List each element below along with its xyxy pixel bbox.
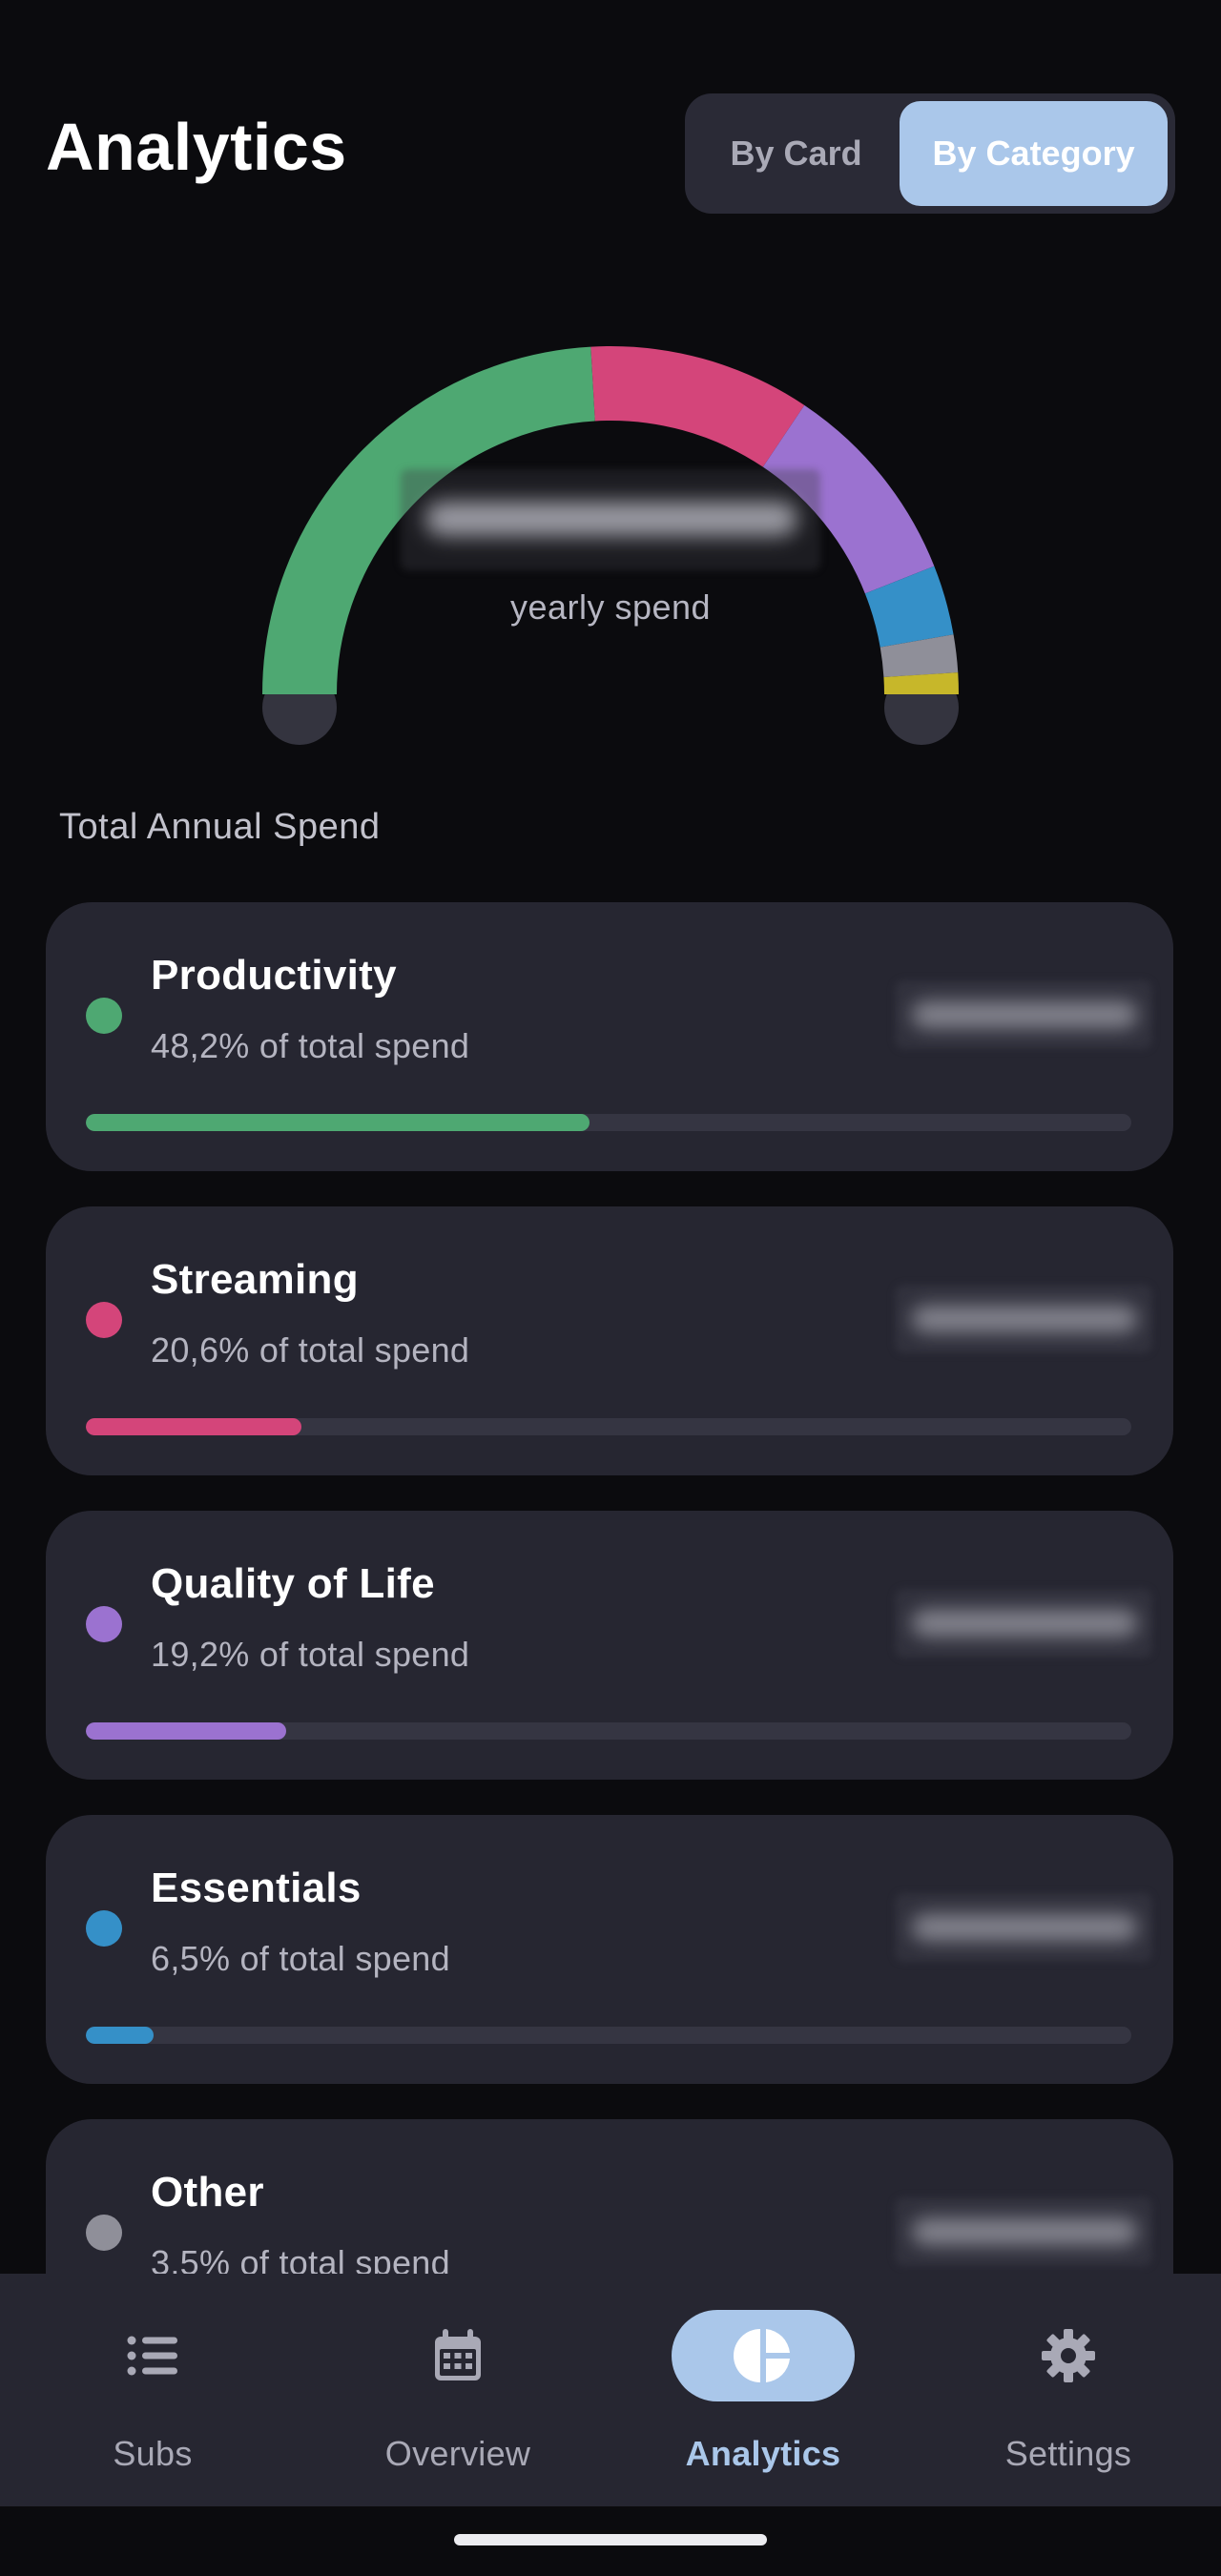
yearly-spend-gauge: yearly spend (0, 258, 1221, 753)
category-amount-redacted (895, 2197, 1152, 2266)
category-card-quality-of-life[interactable]: Quality of Life 19,2% of total spend (46, 1511, 1173, 1780)
category-percentage: 19,2% of total spend (151, 1635, 470, 1674)
category-progress-fill (86, 1418, 301, 1435)
category-card-productivity[interactable]: Productivity 48,2% of total spend (46, 902, 1173, 1171)
analytics-screen: Analytics By Card By Category yearly spe… (0, 0, 1221, 2576)
nav-icon-container (672, 2310, 855, 2401)
nav-label: Overview (384, 2434, 531, 2473)
category-progress-track (86, 1722, 1131, 1740)
category-name: Streaming (151, 1256, 359, 1303)
category-progress-fill (86, 2027, 155, 2044)
category-percentage: 20,6% of total spend (151, 1330, 470, 1370)
home-indicator (454, 2534, 767, 2545)
pie-chart-icon (734, 2329, 790, 2382)
gauge-segment-other (880, 634, 959, 678)
nav-icon-container (61, 2310, 244, 2401)
category-amount-redacted (895, 980, 1152, 1049)
by-category-button[interactable]: By Category (900, 101, 1168, 206)
category-color-dot (86, 2215, 122, 2251)
category-progress-fill (86, 1722, 287, 1740)
category-progress-track (86, 1418, 1131, 1435)
category-amount-redacted (895, 1285, 1152, 1353)
nav-subs[interactable]: Subs (0, 2274, 305, 2506)
header: Analytics By Card By Category (46, 93, 1175, 214)
category-card-other[interactable]: Other 3,5% of total spend (46, 2119, 1173, 2274)
nav-label: Analytics (685, 2434, 841, 2473)
category-color-dot (86, 1302, 122, 1338)
nav-icon-container (366, 2310, 549, 2401)
category-list: Productivity 48,2% of total spend Stream… (0, 896, 1221, 2274)
view-toggle: By Card By Category (685, 93, 1175, 214)
category-amount-redacted (895, 1589, 1152, 1658)
category-color-dot (86, 1606, 122, 1642)
nav-label: Settings (1004, 2434, 1132, 2473)
category-name: Quality of Life (151, 1560, 435, 1607)
category-progress-fill (86, 1114, 590, 1131)
nav-analytics[interactable]: Analytics (610, 2274, 916, 2506)
category-color-dot (86, 1910, 122, 1947)
nav-label: Subs (113, 2434, 193, 2473)
gear-icon (1042, 2329, 1095, 2382)
yearly-spend-amount-redacted (401, 469, 820, 570)
category-card-streaming[interactable]: Streaming 20,6% of total spend (46, 1206, 1173, 1475)
category-progress-track (86, 2027, 1131, 2044)
page-title: Analytics (46, 110, 347, 184)
category-color-dot (86, 998, 122, 1034)
category-progress-track (86, 1114, 1131, 1131)
category-percentage: 3,5% of total spend (151, 2243, 450, 2274)
category-card-essentials[interactable]: Essentials 6,5% of total spend (46, 1815, 1173, 2084)
gauge-caption: yearly spend (509, 587, 712, 627)
category-name: Productivity (151, 952, 397, 999)
calendar-icon (435, 2329, 481, 2380)
section-label: Total Annual Spend (59, 807, 381, 847)
nav-settings[interactable]: Settings (916, 2274, 1221, 2506)
category-percentage: 48,2% of total spend (151, 1026, 470, 1065)
list-icon (127, 2336, 177, 2376)
nav-icon-container (977, 2310, 1160, 2401)
bottom-navigation: Subs Overview Analytics Settings (0, 2274, 1221, 2506)
category-name: Other (151, 2169, 264, 2215)
category-amount-redacted (895, 1893, 1152, 1962)
gauge-segment-streaming (590, 346, 805, 467)
category-name: Essentials (151, 1865, 362, 1911)
nav-overview[interactable]: Overview (305, 2274, 610, 2506)
by-card-button[interactable]: By Card (693, 101, 900, 206)
category-percentage: 6,5% of total spend (151, 1939, 450, 1978)
